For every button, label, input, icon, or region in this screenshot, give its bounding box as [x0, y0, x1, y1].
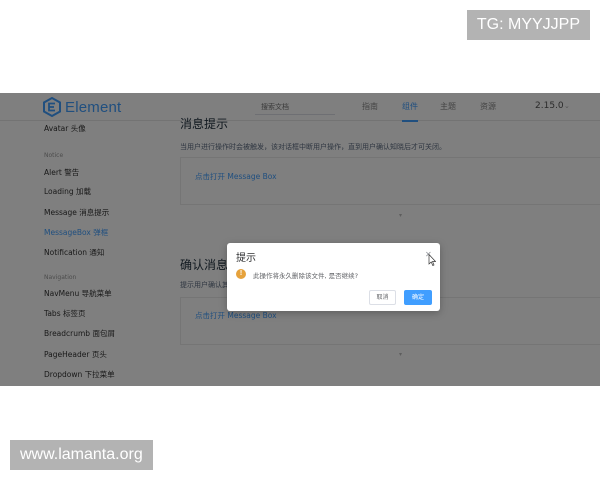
dialog-message: 此操作将永久删除该文件, 是否继续?	[253, 272, 359, 280]
warning-icon: !	[236, 269, 246, 279]
cancel-button[interactable]: 取消	[369, 290, 396, 305]
modal-overlay[interactable]	[0, 93, 600, 386]
dialog-title: 提示	[236, 253, 256, 264]
mouse-cursor-icon	[428, 254, 436, 266]
watermark-bottom: www.lamanta.org	[10, 440, 153, 470]
confirm-dialog: 提示 ✕ ! 此操作将永久删除该文件, 是否继续? 取消 确定	[227, 243, 440, 311]
app-screen: Element 指南 组件 主题 资源 2.15.0 ⌄ Avatar 头像 N…	[0, 93, 600, 386]
confirm-button[interactable]: 确定	[404, 290, 432, 305]
page: TG: MYYJJPP Element 指南 组件 主题 资源 2.15.0 ⌄…	[0, 0, 600, 480]
watermark-top: TG: MYYJJPP	[466, 10, 590, 40]
